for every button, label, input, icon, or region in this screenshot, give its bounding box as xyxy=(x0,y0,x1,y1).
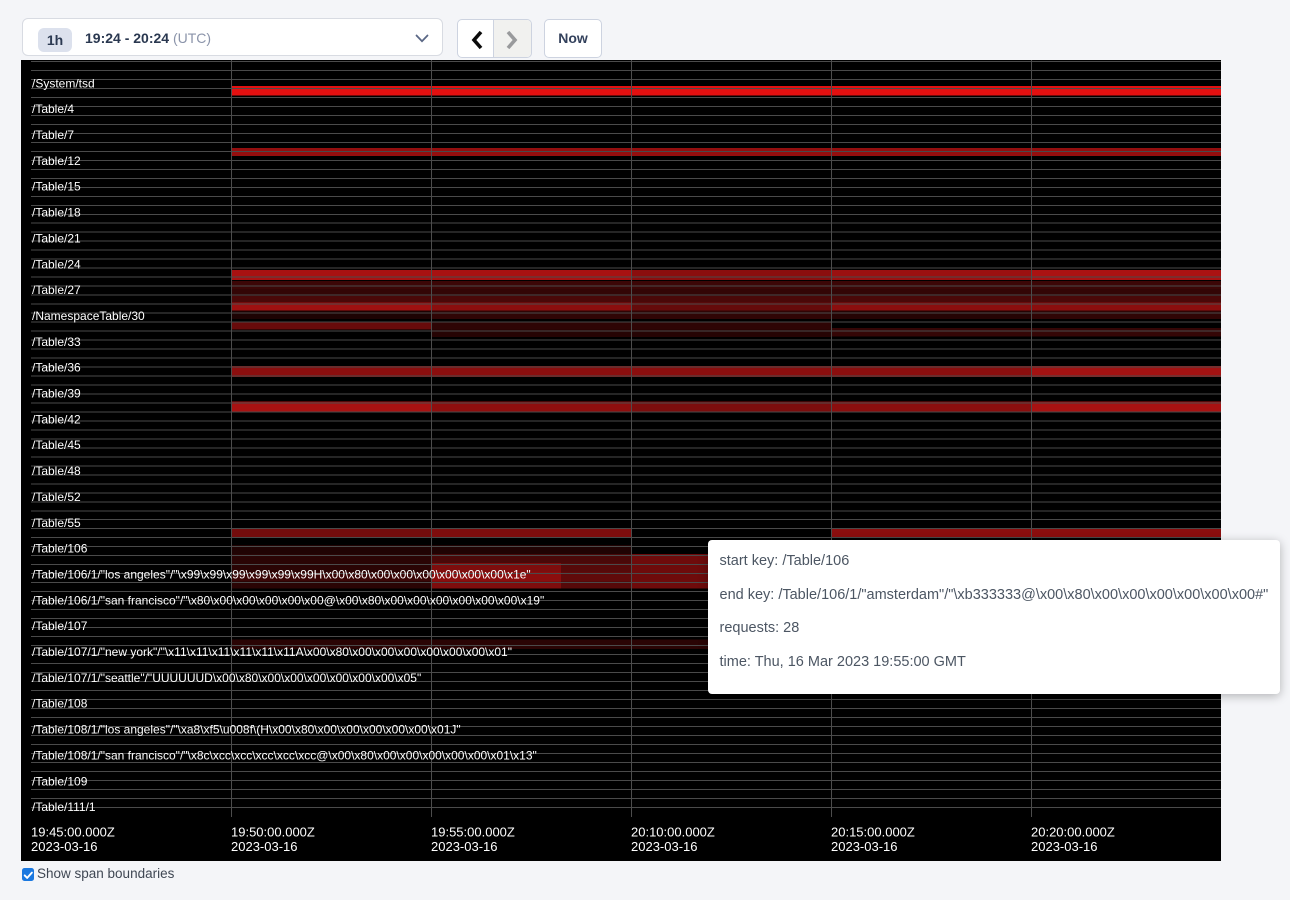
svg-text:/Table/27: /Table/27 xyxy=(32,283,81,297)
svg-text:/Table/108: /Table/108 xyxy=(32,697,88,711)
svg-text:/Table/18: /Table/18 xyxy=(32,206,81,220)
svg-text:/Table/42: /Table/42 xyxy=(32,412,81,426)
svg-text:/Table/15: /Table/15 xyxy=(32,180,81,194)
svg-text:/Table/109: /Table/109 xyxy=(32,774,88,788)
svg-text:/Table/108/1/"san francisco"/": /Table/108/1/"san francisco"/"\x8c\xcc\x… xyxy=(32,748,537,762)
svg-text:/Table/24: /Table/24 xyxy=(32,257,81,271)
svg-text:2023-03-16: 2023-03-16 xyxy=(1031,839,1098,854)
svg-text:2023-03-16: 2023-03-16 xyxy=(831,839,898,854)
svg-text:19:45:00.000Z: 19:45:00.000Z xyxy=(31,825,115,840)
svg-text:/Table/48: /Table/48 xyxy=(32,464,81,478)
svg-text:2023-03-16: 2023-03-16 xyxy=(31,839,98,854)
svg-text:2023-03-16: 2023-03-16 xyxy=(631,839,698,854)
svg-text:/Table/107: /Table/107 xyxy=(32,619,88,633)
svg-text:/Table/106: /Table/106 xyxy=(32,542,88,556)
svg-text:/Table/36: /Table/36 xyxy=(32,361,81,375)
svg-text:/NamespaceTable/30: /NamespaceTable/30 xyxy=(32,309,145,323)
svg-text:19:55:00.000Z: 19:55:00.000Z xyxy=(431,825,515,840)
svg-text:/Table/111/1: /Table/111/1 xyxy=(32,800,96,814)
svg-text:/Table/106/1/"los angeles"/"\x: /Table/106/1/"los angeles"/"\x99\x99\x99… xyxy=(32,567,531,581)
svg-text:/Table/108/1/"los angeles"/"\x: /Table/108/1/"los angeles"/"\xa8\xf5\u00… xyxy=(32,723,461,737)
svg-text:20:20:00.000Z: 20:20:00.000Z xyxy=(1031,825,1115,840)
svg-text:/Table/107/1/"seattle"/"UUUUUU: /Table/107/1/"seattle"/"UUUUUUD\x00\x80\… xyxy=(32,671,421,685)
svg-text:/Table/7: /Table/7 xyxy=(32,128,74,142)
svg-text:19:50:00.000Z: 19:50:00.000Z xyxy=(231,825,315,840)
svg-text:20:15:00.000Z: 20:15:00.000Z xyxy=(831,825,915,840)
svg-text:/Table/55: /Table/55 xyxy=(32,516,81,530)
svg-text:/Table/12: /Table/12 xyxy=(32,154,81,168)
svg-text:/Table/45: /Table/45 xyxy=(32,438,81,452)
svg-text:2023-03-16: 2023-03-16 xyxy=(231,839,298,854)
svg-text:/Table/52: /Table/52 xyxy=(32,490,81,504)
svg-text:/Table/106/1/"san francisco"/": /Table/106/1/"san francisco"/"\x80\x00\x… xyxy=(32,593,544,607)
svg-text:20:10:00.000Z: 20:10:00.000Z xyxy=(631,825,715,840)
svg-text:/Table/107/1/"new york"/"\x11\: /Table/107/1/"new york"/"\x11\x11\x11\x1… xyxy=(32,645,512,659)
svg-text:/Table/4: /Table/4 xyxy=(32,102,74,116)
svg-text:/Table/33: /Table/33 xyxy=(32,335,81,349)
svg-text:2023-03-16: 2023-03-16 xyxy=(431,839,498,854)
svg-text:/System/tsd: /System/tsd xyxy=(32,76,95,90)
svg-text:/Table/21: /Table/21 xyxy=(32,231,81,245)
svg-text:/Table/39: /Table/39 xyxy=(32,387,81,401)
